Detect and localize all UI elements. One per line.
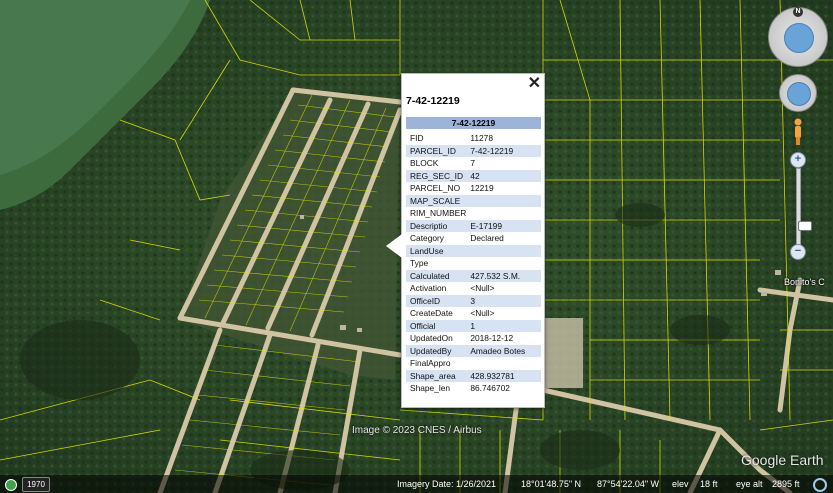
popup-title: 7-42-12219: [406, 95, 460, 107]
attribute-value: [466, 194, 541, 207]
attribute-row: RIM_NUMBER: [406, 207, 541, 220]
zoom-handle[interactable]: [798, 221, 812, 231]
attribute-row: OfficeID 3: [406, 294, 541, 307]
attribute-key: Descriptio: [406, 219, 467, 232]
attribute-key: BLOCK: [410, 158, 439, 169]
attribute-row: UpdatedBy Amadeo Botes: [406, 344, 541, 357]
attribute-key: Official: [406, 319, 467, 332]
attribute-row: REG_SEC_ID 42: [406, 169, 541, 182]
attribute-key: PARCEL_ID: [406, 144, 467, 157]
attribute-key: MAP_SCALE: [406, 194, 467, 207]
popup-pointer: [386, 234, 402, 258]
longitude: 87°54'22.04" W: [597, 479, 660, 489]
attribute-value: Amadeo Botes: [466, 344, 541, 357]
attribute-key: OfficeID: [406, 294, 467, 307]
attribute-row: MAP_SCALE: [406, 194, 541, 207]
attribute-row: Official 1: [406, 319, 541, 332]
attribute-key: LandUse: [406, 244, 467, 257]
compass-navigator[interactable]: N: [768, 7, 828, 67]
attribute-row: Calculated 427.532 S.M.: [406, 269, 541, 282]
attribute-value: [466, 357, 541, 370]
attribute-key: Shape_area: [406, 369, 467, 382]
attribute-value: [466, 257, 541, 270]
attribute-row: Shape_len 86.746702: [406, 382, 541, 395]
loading-icon: [813, 478, 827, 492]
attribute-row: Type: [406, 257, 541, 270]
attribute-key: Type: [410, 258, 429, 269]
attribute-value: [466, 207, 541, 220]
elev-label: elev: [672, 479, 689, 489]
eye-alt-value: 2895 ft: [772, 479, 800, 489]
historical-year-badge[interactable]: 1970: [22, 477, 50, 492]
attribute-row: PARCEL_NO 12219: [406, 182, 541, 195]
attribute-value: E-17199: [466, 219, 541, 232]
attribute-key: Activation: [410, 283, 447, 294]
latitude: 18°01'48.75" N: [521, 479, 582, 489]
zoom-in-button[interactable]: +: [790, 152, 806, 168]
north-indicator: N: [793, 7, 803, 17]
attribute-row: Shape_area 428.932781: [406, 369, 541, 382]
attribute-key: PARCEL_NO: [410, 183, 461, 194]
zoom-slider[interactable]: + −: [790, 150, 812, 262]
parcel-info-popup: ✕ 7-42-12219 7-42-12219 FID 11278 PARCEL_I…: [386, 73, 545, 408]
attribute-key: FID: [410, 133, 424, 144]
attribute-key: RIM_NUMBER: [410, 208, 467, 219]
attribute-key: UpdatedBy: [406, 344, 467, 357]
imagery-date: Imagery Date: 1/26/2021: [397, 479, 497, 489]
attribute-value: 7: [470, 158, 475, 169]
attribute-value: 86.746702: [470, 383, 510, 394]
attribute-key: CreateDate: [410, 308, 453, 319]
attribute-row: Descriptio E-17199: [406, 219, 541, 232]
look-control[interactable]: [779, 74, 817, 112]
hand-icon[interactable]: [787, 82, 811, 106]
google-earth-logo: Google Earth: [741, 452, 824, 468]
zoom-track[interactable]: [796, 168, 812, 248]
popup-table-header: 7-42-12219: [406, 117, 541, 129]
attribute-value: Declared: [470, 233, 504, 244]
attribute-value: 428.932781: [466, 369, 541, 382]
elev-value: 18 ft: [700, 479, 718, 489]
attribute-key: UpdatedOn: [410, 333, 453, 344]
attribute-row: LandUse: [406, 244, 541, 257]
attribute-value: 427.532 S.M.: [466, 269, 541, 282]
attribute-row: Category Declared: [406, 232, 541, 245]
attribute-value: <Null>: [470, 283, 495, 294]
zoom-out-button[interactable]: −: [790, 244, 806, 260]
attribute-value: 42: [466, 169, 541, 182]
attribute-value: 7-42-12219: [466, 144, 541, 157]
place-label[interactable]: Bonito's C: [784, 277, 825, 287]
attribute-value: 1: [466, 319, 541, 332]
eye-alt-label: eye alt: [736, 479, 763, 489]
sand-clearing: [543, 318, 583, 388]
attribute-row: CreateDate <Null>: [406, 307, 541, 320]
pan-control[interactable]: [784, 23, 814, 53]
attribute-row: FinalAppro: [406, 357, 541, 370]
close-icon[interactable]: ✕: [528, 75, 541, 93]
attribute-table: FID 11278 PARCEL_ID 7-42-12219 BLOCK 7 REG_SEC…: [406, 132, 541, 395]
attribute-key: FinalAppro: [410, 358, 451, 369]
attribute-value: 2018-12-12: [470, 333, 514, 344]
attribute-value: <Null>: [470, 308, 495, 319]
attribute-value: 12219: [470, 183, 494, 194]
attribute-value: [466, 244, 541, 257]
attribute-row: Activation <Null>: [406, 282, 541, 295]
attribute-row: UpdatedOn 2018-12-12: [406, 332, 541, 345]
attribute-key: REG_SEC_ID: [406, 169, 467, 182]
attribute-value: 11278: [470, 133, 493, 144]
clock-icon[interactable]: [5, 479, 17, 491]
status-bar: 1970 Imagery Date: 1/26/2021 18°01'48.75…: [0, 475, 833, 493]
pegman-icon[interactable]: [793, 118, 803, 146]
imagery-attribution: Image © 2023 CNES / Airbus: [352, 425, 482, 436]
attribute-row: FID 11278: [406, 132, 541, 145]
attribute-value: 3: [466, 294, 541, 307]
attribute-row: PARCEL_ID 7-42-12219: [406, 144, 541, 157]
attribute-key: Shape_len: [410, 383, 451, 394]
attribute-key: Calculated: [406, 269, 467, 282]
attribute-key: Category: [410, 233, 444, 244]
attribute-row: BLOCK 7: [406, 157, 541, 170]
